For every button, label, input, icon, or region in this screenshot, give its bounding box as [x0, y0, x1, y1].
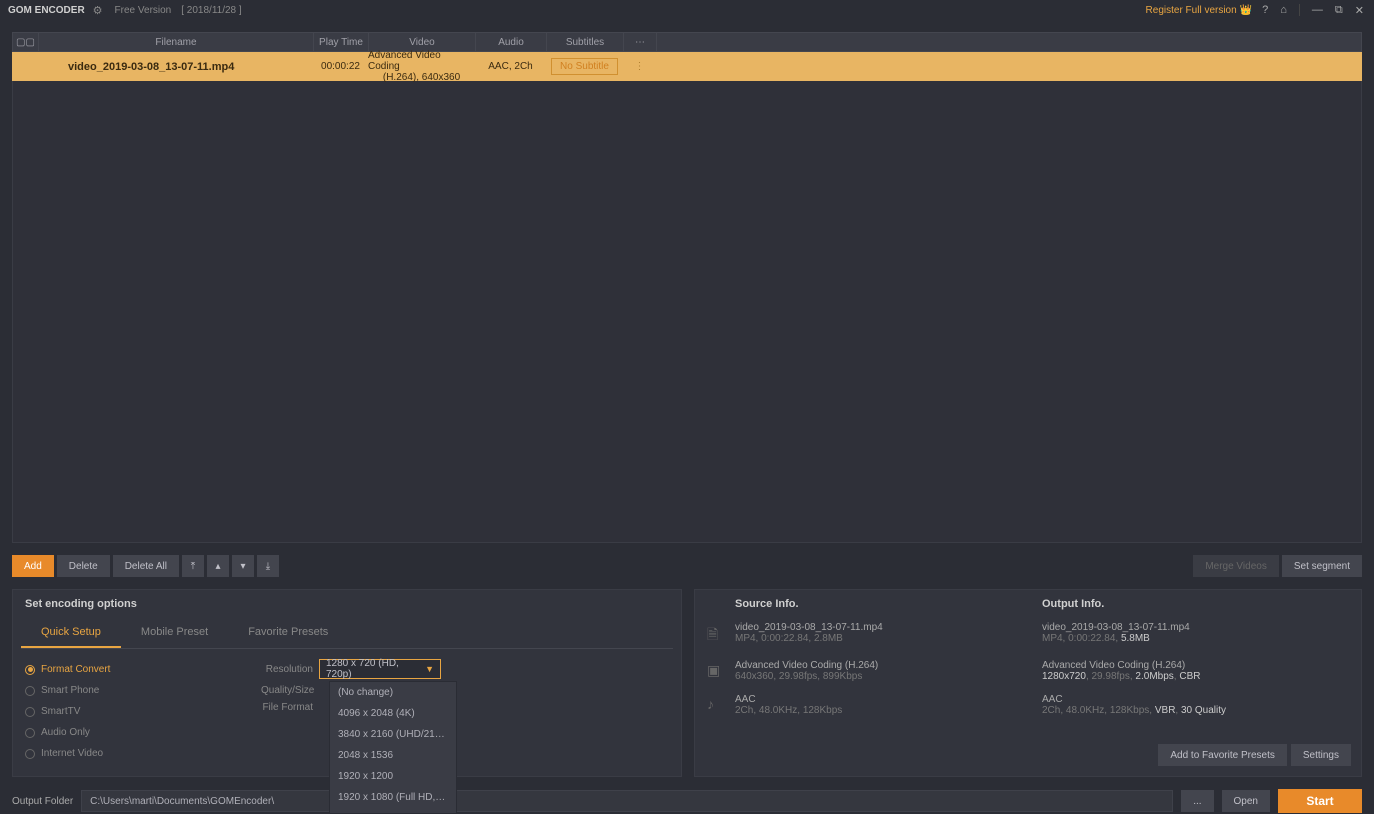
separator: [1299, 4, 1300, 16]
browse-button[interactable]: ...: [1181, 790, 1213, 812]
info-actions: Add to Favorite Presets Settings: [695, 738, 1361, 776]
output-path-field[interactable]: C:\Users\marti\Documents\GOMEncoder\: [81, 790, 1173, 812]
cell-subtitle: No Subtitle: [546, 58, 623, 75]
output-file-info: video_2019-03-08_13-07-11.mp4 MP4, 0:00:…: [1042, 622, 1349, 644]
titlebar: GOM ENCODER ⚙ Free Version [ 2018/11/28 …: [0, 0, 1374, 20]
output-video-info: Advanced Video Coding (H.264) 1280x720, …: [1042, 660, 1349, 682]
radio-dot-icon: [25, 728, 35, 738]
radio-smart-tv[interactable]: SmartTV: [21, 701, 261, 722]
col-audio[interactable]: Audio: [476, 33, 547, 51]
dropdown-item[interactable]: (No change): [330, 682, 456, 703]
radio-dot-icon: [25, 749, 35, 759]
dropdown-item[interactable]: 1920 x 1080 (Full HD, 108...: [330, 787, 456, 808]
dropdown-item[interactable]: 1920 x 1200: [330, 766, 456, 787]
output-folder-label: Output Folder: [12, 796, 73, 807]
quality-label: Quality/Size: [261, 685, 319, 696]
info-headers: Source Info. Output Info.: [695, 590, 1361, 618]
cell-filename: video_2019-03-08_13-07-11.mp4: [38, 61, 313, 73]
dropdown-item[interactable]: 2048 x 1536: [330, 745, 456, 766]
output-info-title: Output Info.: [1042, 598, 1349, 610]
radio-internet-video[interactable]: Internet Video: [21, 743, 261, 764]
col-filename[interactable]: Filename: [39, 33, 314, 51]
move-down-icon[interactable]: ▾: [232, 555, 254, 577]
col-index[interactable]: ▢▢: [13, 33, 39, 51]
source-file-info: video_2019-03-08_13-07-11.mp4 MP4, 0:00:…: [735, 622, 1042, 644]
source-info-title: Source Info.: [735, 598, 1042, 610]
action-bar: Add Delete Delete All ⤒ ▴ ▾ ⤓ Merge Vide…: [12, 555, 1362, 577]
resolution-dropdown[interactable]: (No change) 4096 x 2048 (4K) 3840 x 2160…: [329, 681, 457, 814]
info-body: 🗎 video_2019-03-08_13-07-11.mp4 MP4, 0:0…: [695, 618, 1361, 738]
col-more[interactable]: ⋯: [624, 33, 657, 51]
maximize-icon[interactable]: ⧉: [1333, 4, 1345, 17]
radio-format-convert[interactable]: Format Convert: [21, 659, 261, 680]
dropdown-item[interactable]: 4096 x 2048 (4K): [330, 703, 456, 724]
radio-dot-icon: [25, 707, 35, 717]
radio-audio-only[interactable]: Audio Only: [21, 722, 261, 743]
col-subtitles[interactable]: Subtitles: [547, 33, 624, 51]
video-icon: ▣: [707, 660, 735, 679]
source-video-info: Advanced Video Coding (H.264) 640x360, 2…: [735, 660, 1042, 682]
encoding-options-panel: Set encoding options Quick Setup Mobile …: [12, 589, 682, 777]
set-segment-button[interactable]: Set segment: [1282, 555, 1362, 577]
close-icon[interactable]: ✕: [1353, 4, 1366, 17]
chevron-down-icon: ▼: [425, 664, 434, 674]
col-video[interactable]: Video: [369, 33, 476, 51]
merge-videos-button: Merge Videos: [1193, 555, 1279, 577]
file-list-empty-area[interactable]: [12, 81, 1362, 543]
gear-icon[interactable]: ⚙: [93, 4, 103, 17]
audio-icon: ♪: [707, 694, 735, 712]
settings-button[interactable]: Settings: [1291, 744, 1351, 766]
file-icon: 🗎: [707, 622, 735, 648]
bottom-panels: Set encoding options Quick Setup Mobile …: [12, 589, 1362, 777]
version-label: Free Version: [115, 5, 172, 16]
help-icon[interactable]: ?: [1260, 4, 1270, 16]
delete-button[interactable]: Delete: [57, 555, 110, 577]
table-row[interactable]: video_2019-03-08_13-07-11.mp4 00:00:22 A…: [12, 52, 1362, 81]
table-header: ▢▢ Filename Play Time Video Audio Subtit…: [12, 32, 1362, 52]
tab-favorite-presets[interactable]: Favorite Presets: [228, 618, 348, 648]
resolution-label: Resolution: [261, 664, 319, 675]
crown-icon: 👑: [1240, 5, 1252, 16]
tab-quick-setup[interactable]: Quick Setup: [21, 618, 121, 648]
dropdown-item[interactable]: 3840 x 2160 (UHD/2160P): [330, 724, 456, 745]
delete-all-button[interactable]: Delete All: [113, 555, 179, 577]
source-audio-info: AAC 2Ch, 48.0KHz, 128Kbps: [735, 694, 1042, 716]
cell-playtime: 00:00:22: [313, 61, 368, 72]
encoding-title: Set encoding options: [13, 590, 681, 618]
move-up-icon[interactable]: ▴: [207, 555, 229, 577]
radio-smart-phone[interactable]: Smart Phone: [21, 680, 261, 701]
setup-body: Format Convert Smart Phone SmartTV Audio…: [13, 649, 681, 774]
col-playtime[interactable]: Play Time: [314, 33, 369, 51]
register-link[interactable]: Register Full version 👑: [1146, 5, 1253, 16]
move-top-icon[interactable]: ⤒: [182, 555, 204, 577]
row-more-icon[interactable]: ⋮: [623, 61, 656, 72]
app-name: GOM ENCODER: [8, 5, 85, 16]
radio-dot-icon: [25, 686, 35, 696]
resolution-combobox[interactable]: 1280 x 720 (HD, 720p) ▼: [319, 659, 441, 679]
cell-video: Advanced Video Coding (H.264), 640x360: [368, 50, 475, 83]
start-button[interactable]: Start: [1278, 789, 1362, 813]
move-bottom-icon[interactable]: ⤓: [257, 555, 279, 577]
add-button[interactable]: Add: [12, 555, 54, 577]
open-button[interactable]: Open: [1222, 790, 1270, 812]
format-label: File Format: [261, 702, 319, 713]
subtitle-button[interactable]: No Subtitle: [551, 58, 618, 75]
encoding-tabs: Quick Setup Mobile Preset Favorite Prese…: [21, 618, 673, 649]
home-icon[interactable]: ⌂: [1278, 4, 1289, 16]
output-audio-info: AAC 2Ch, 48.0KHz, 128Kbps, VBR, 30 Quali…: [1042, 694, 1349, 716]
dropdown-item[interactable]: 1680 x 1050: [330, 808, 456, 814]
output-bar: Output Folder C:\Users\marti\Documents\G…: [12, 789, 1362, 813]
preset-radio-group: Format Convert Smart Phone SmartTV Audio…: [21, 659, 261, 764]
cell-audio: AAC, 2Ch: [475, 61, 546, 72]
add-favorite-button[interactable]: Add to Favorite Presets: [1158, 744, 1287, 766]
radio-dot-icon: [25, 665, 35, 675]
file-list-panel: ▢▢ Filename Play Time Video Audio Subtit…: [12, 32, 1362, 543]
tab-mobile-preset[interactable]: Mobile Preset: [121, 618, 228, 648]
info-panel: Source Info. Output Info. 🗎 video_2019-0…: [694, 589, 1362, 777]
build-date: [ 2018/11/28 ]: [181, 5, 241, 16]
minimize-icon[interactable]: —: [1310, 4, 1325, 16]
